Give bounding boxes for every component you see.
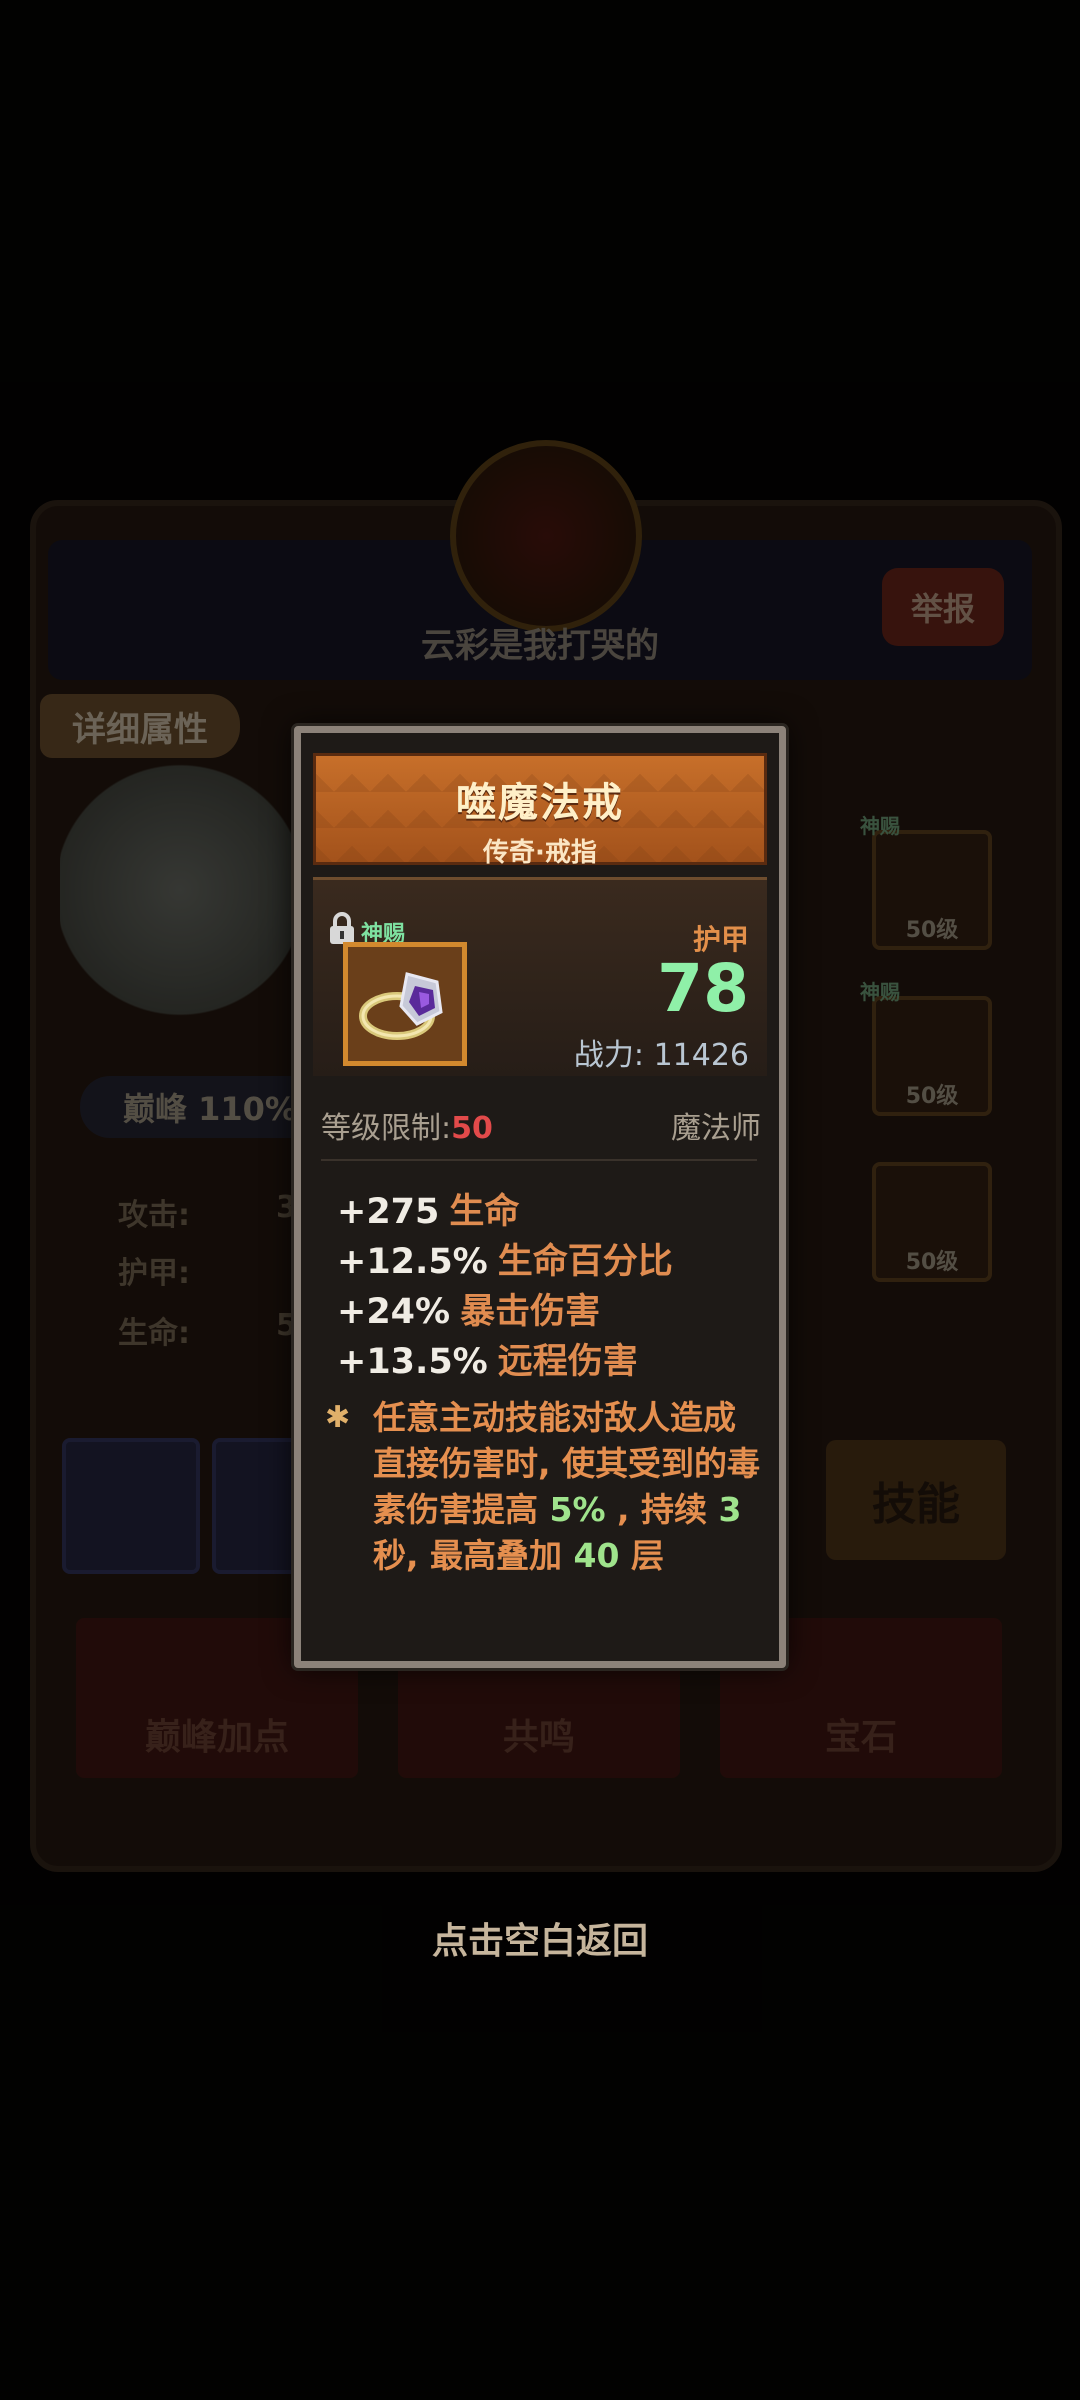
stat-value: +12.5%	[337, 1242, 488, 1282]
equip-slot-3[interactable]: 50级	[872, 1162, 992, 1282]
skill-thumb-1[interactable]	[62, 1438, 200, 1574]
effect-part: , 持续	[605, 1490, 719, 1529]
stat-line: +24% 暴击伤害	[337, 1287, 757, 1337]
stat-list: +275 生命 +12.5% 生命百分比 +24% 暴击伤害 +13.5% 远程伤害	[337, 1187, 757, 1387]
stat-name: 生命百分比	[497, 1242, 673, 1282]
slot-gift-tag: 神赐	[860, 814, 900, 838]
player-avatar	[450, 440, 642, 632]
effect-part: 层	[619, 1536, 664, 1575]
stat-line: +275 生命	[337, 1187, 757, 1237]
item-title-box: 噬魔法戒 传奇·戒指	[313, 753, 767, 868]
detail-attributes-tab[interactable]: 详细属性	[40, 694, 240, 758]
item-type: 传奇·戒指	[483, 838, 597, 868]
stat-value: +24%	[337, 1292, 451, 1332]
skill-button[interactable]: 技能	[826, 1440, 1006, 1560]
requirements-row: 等级限制:50 魔法师	[321, 1103, 761, 1147]
effect-value: 5%	[549, 1490, 606, 1529]
stat-line: +12.5% 生命百分比	[337, 1237, 757, 1287]
stat-value: +275	[337, 1192, 440, 1232]
effect-value: 3	[718, 1490, 742, 1529]
combat-power: 战力: 11426	[574, 1030, 749, 1074]
item-name: 噬魔法戒	[456, 780, 624, 826]
stat-label-life: 生命:	[118, 1316, 190, 1351]
pet-portrait	[60, 760, 300, 1020]
level-req-value: 50	[451, 1111, 493, 1146]
special-effect: ✱ 任意主动技能对敌人造成直接伤害时, 使其受到的毒素伤害提高 5% , 持续 …	[325, 1395, 761, 1579]
stat-name: 暴击伤害	[460, 1292, 601, 1332]
effect-text: 任意主动技能对敌人造成直接伤害时, 使其受到的毒素伤害提高 5% , 持续 3 …	[373, 1395, 761, 1579]
armor-value: 78	[657, 950, 749, 1027]
report-button[interactable]: 举报	[882, 568, 1004, 646]
stat-name: 生命	[449, 1192, 520, 1232]
stat-label-attack: 攻击:	[118, 1198, 190, 1233]
star-icon: ✱	[325, 1400, 351, 1435]
power-value: 11426	[653, 1038, 749, 1073]
slot-level: 50级	[905, 1084, 959, 1109]
equip-slot-2[interactable]: 神赐 50级	[860, 980, 992, 1116]
power-label: 战力:	[573, 1038, 645, 1073]
divider	[321, 1159, 757, 1161]
item-tooltip: 噬魔法戒 传奇·戒指 神赐 护甲 78 战力: 11426 等级限制:50 魔法	[294, 726, 786, 1668]
stat-line: +13.5% 远程伤害	[337, 1337, 757, 1387]
effect-part: 秒, 最高叠加	[373, 1536, 574, 1575]
ring-icon	[343, 942, 467, 1066]
tap-to-return-hint: 点击空白返回	[431, 1921, 648, 1962]
effect-value: 40	[573, 1536, 620, 1575]
item-summary: 神赐 护甲 78 战力: 11426	[313, 877, 767, 1076]
stat-label-armor: 护甲:	[118, 1256, 190, 1291]
stat-name: 远程伤害	[497, 1342, 638, 1382]
lock-icon[interactable]	[327, 912, 357, 946]
class-requirement: 魔法师	[671, 1111, 761, 1146]
level-req-label: 等级限制:	[321, 1111, 452, 1146]
slot-gift-tag: 神赐	[860, 980, 900, 1004]
stat-value: +13.5%	[337, 1342, 488, 1382]
slot-level: 50级	[905, 918, 959, 943]
slot-level: 50级	[905, 1250, 959, 1275]
equip-slot-1[interactable]: 神赐 50级	[860, 814, 992, 950]
